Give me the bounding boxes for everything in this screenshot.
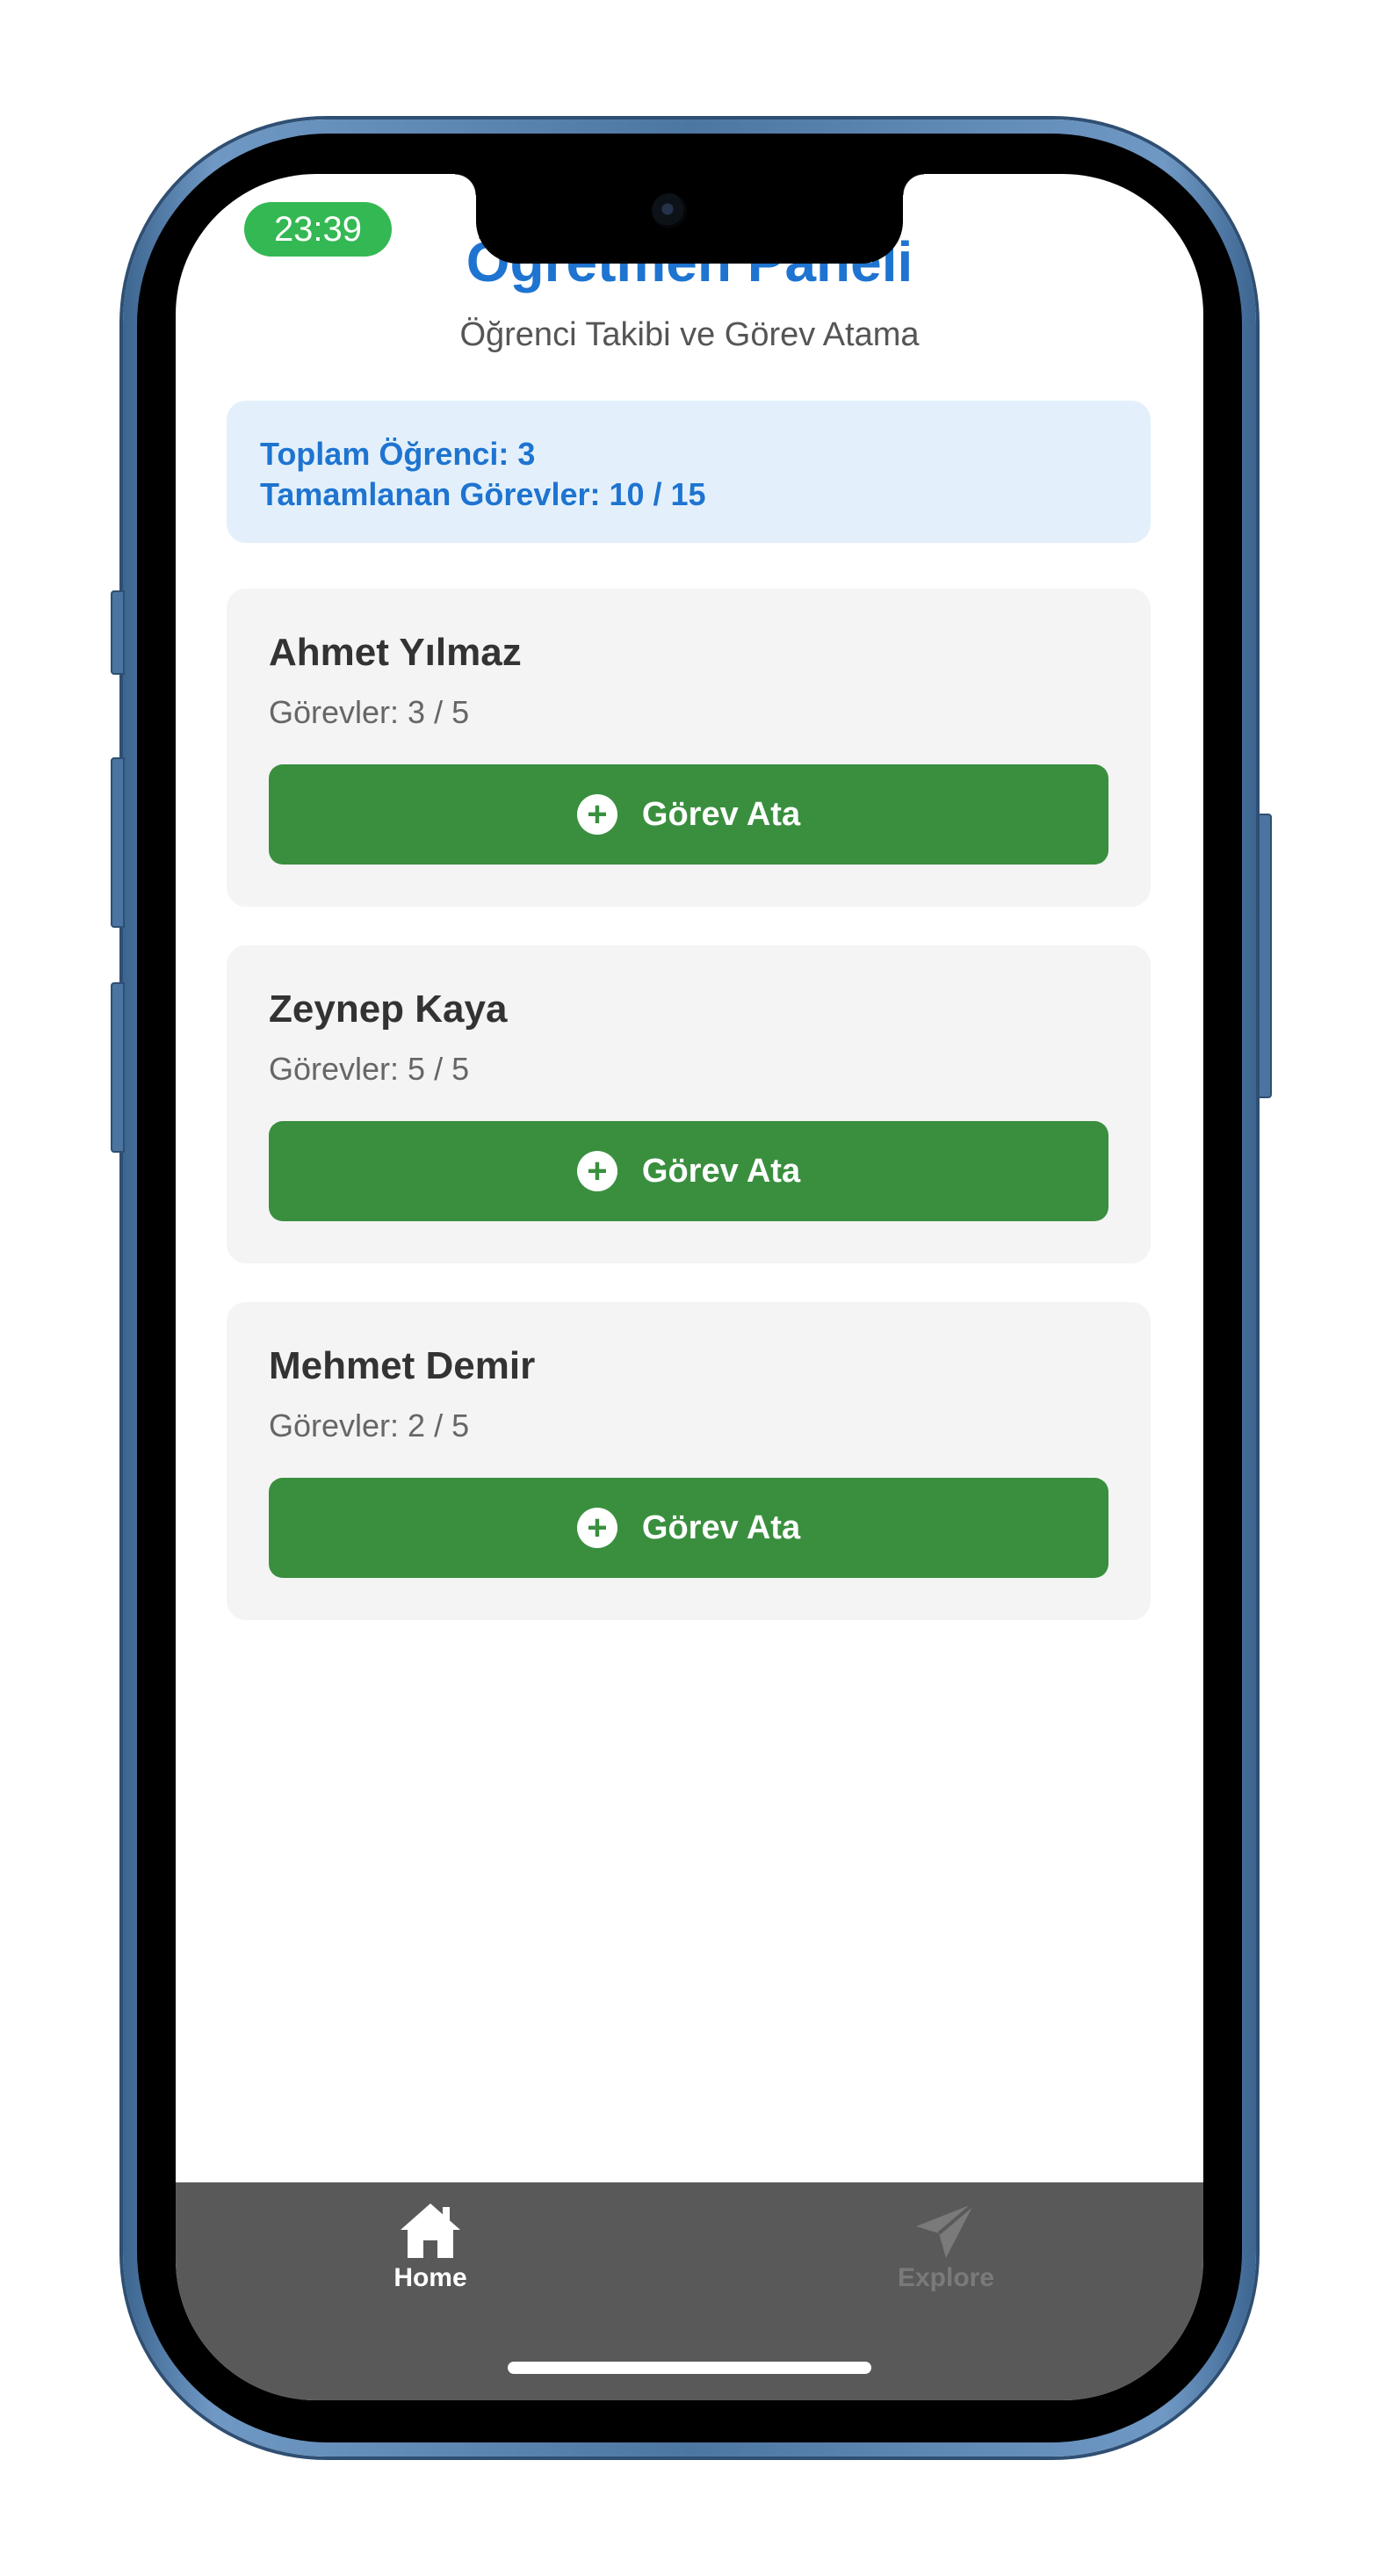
bottom-tab-bar: Home Explore <box>176 2182 1203 2400</box>
assign-task-label: Görev Ata <box>641 1509 801 1546</box>
status-time: 23:39 <box>244 202 392 257</box>
mute-switch <box>111 590 125 675</box>
tab-home[interactable]: Home <box>299 2200 562 2332</box>
student-name: Zeynep Kaya <box>269 988 508 1031</box>
student-card: Ahmet Yılmaz Görevler: 3 / 5 + Görev Ata <box>227 589 1151 907</box>
completed-tasks-text: Tamamlanan Görevler: 10 / 15 <box>260 476 706 512</box>
tab-home-label: Home <box>393 2263 467 2292</box>
home-icon <box>401 2203 460 2258</box>
tab-explore[interactable]: Explore <box>814 2200 1078 2332</box>
assign-task-button[interactable]: + Görev Ata <box>269 1121 1108 1221</box>
assign-task-label: Görev Ata <box>641 795 801 833</box>
plus-circle-icon: + <box>576 1151 617 1191</box>
home-indicator <box>508 2362 871 2374</box>
volume-down-button <box>111 982 125 1153</box>
student-card: Mehmet Demir Görevler: 2 / 5 + Görev Ata <box>227 1302 1151 1620</box>
summary-panel: Toplam Öğrenci: 3 Tamamlanan Görevler: 1… <box>227 401 1151 543</box>
student-task-count: Görevler: 5 / 5 <box>269 1051 470 1087</box>
total-students-text: Toplam Öğrenci: 3 <box>260 436 536 472</box>
assign-task-button[interactable]: + Görev Ata <box>269 1478 1108 1578</box>
student-card: Zeynep Kaya Görevler: 5 / 5 + Görev Ata <box>227 945 1151 1263</box>
paper-plane-icon <box>916 2202 976 2258</box>
student-task-count: Görevler: 2 / 5 <box>269 1407 470 1444</box>
screen: 23:39 Öğretmen Paneli Öğrenci Takibi ve … <box>176 174 1203 2400</box>
power-button <box>1258 814 1272 1098</box>
volume-up-button <box>111 757 125 928</box>
student-name: Ahmet Yılmaz <box>269 631 522 674</box>
notch <box>455 174 924 264</box>
front-camera <box>652 193 687 228</box>
plus-circle-icon: + <box>576 794 617 835</box>
tab-explore-label: Explore <box>897 2263 995 2292</box>
page-subtitle: Öğrenci Takibi ve Görev Atama <box>459 316 920 353</box>
student-task-count: Görevler: 3 / 5 <box>269 694 470 730</box>
plus-circle-icon: + <box>576 1508 617 1548</box>
student-name: Mehmet Demir <box>269 1344 536 1387</box>
assign-task-label: Görev Ata <box>641 1152 801 1190</box>
assign-task-button[interactable]: + Görev Ata <box>269 764 1108 865</box>
